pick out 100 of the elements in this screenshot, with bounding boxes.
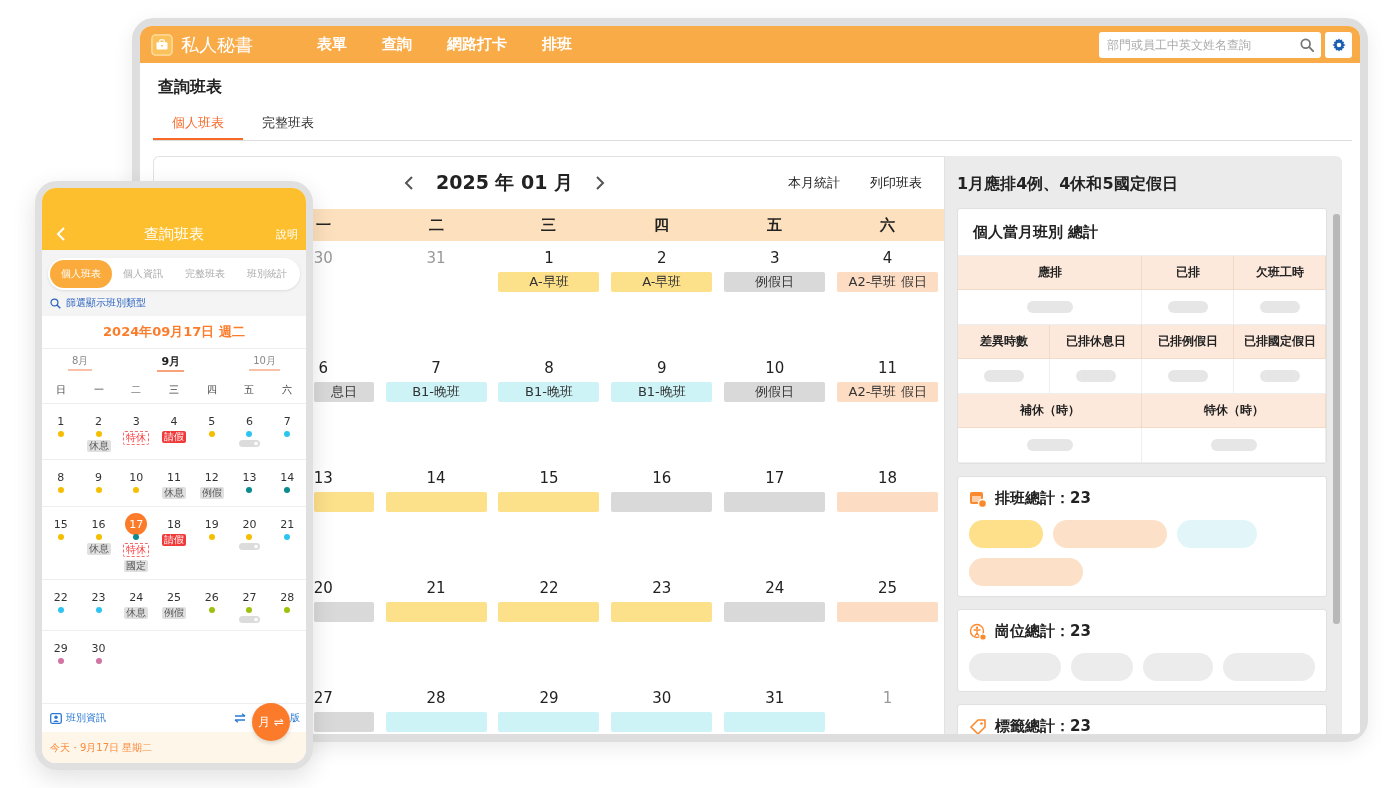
person-icon [969,622,987,641]
date-number[interactable]: 4 [163,410,185,432]
shift-chip[interactable]: 息日 [313,382,374,402]
date-number[interactable]: 20 [238,513,261,535]
shift-chip[interactable]: B1-晚班 [611,382,713,402]
search-icon[interactable] [1300,37,1314,52]
date-number[interactable]: 2 [87,410,110,432]
shift-chip[interactable] [611,492,713,512]
placeholder-bar [1259,370,1300,382]
briefcase-icon [151,33,173,56]
card-title: 崗位總計：23 [995,622,1091,641]
date-number: 31 [426,249,446,267]
date-number[interactable]: 16 [87,513,110,535]
date-number: 1 [544,249,554,267]
shift-chip[interactable]: A-早班 [498,272,600,292]
date-number: 16 [652,469,672,487]
shift-chip[interactable]: A2-早班 假日 [837,382,939,402]
date-number[interactable]: 7 [276,410,299,432]
date-number[interactable]: 3 [125,410,148,432]
shift-chip[interactable]: B1-晚班 [385,382,487,402]
date-number[interactable]: 29 [49,637,72,659]
month-tab[interactable]: 8月 [68,354,93,371]
shift-chip[interactable] [313,712,374,732]
scrollbar-thumb[interactable] [1333,214,1340,624]
weekday-label: 六 [282,382,293,397]
chevron-right-icon[interactable] [595,176,606,190]
date-number: 3 [769,249,780,267]
shift-chip[interactable]: 例假日 [724,272,826,292]
shift-chip[interactable] [313,602,374,622]
date-number[interactable]: 12 [200,466,223,488]
date-number[interactable]: 6 [238,410,261,432]
screen-title: 查詢班表 [144,224,204,244]
shift-chip[interactable] [611,712,713,732]
date-number: 2 [657,249,667,267]
date-number[interactable]: 22 [49,586,72,608]
tab[interactable]: 完整班表 [243,107,333,140]
date-number[interactable]: 8 [49,466,72,488]
shift-info-link[interactable]: 班別資訊 [50,711,106,725]
shift-chip[interactable] [724,602,826,622]
filter-link[interactable]: 篩選顯示班別類型 [48,290,300,316]
settings-button[interactable] [1325,31,1352,58]
shift-chip[interactable] [313,492,374,512]
calendar-action-link[interactable]: 列印班表 [870,174,922,192]
date-number[interactable]: 25 [163,586,185,608]
shift-chip[interactable] [498,712,600,732]
month-tab[interactable]: 9月 [157,353,185,372]
date-number[interactable]: 27 [238,586,261,608]
date-number[interactable]: 15 [49,513,72,535]
date-number[interactable]: 19 [200,513,223,535]
shift-chip[interactable]: B1-晚班 [498,382,600,402]
shift-chip[interactable]: A-早班 [611,272,713,292]
shift-chip[interactable] [724,712,826,732]
table-header-cell: 欠班工時 [1234,256,1326,290]
date-number[interactable]: 28 [276,586,299,608]
date-number[interactable]: 10 [125,466,148,488]
day-tag: 休息 [86,543,111,555]
date-number: 21 [426,579,446,597]
shift-chip[interactable]: 例假日 [724,382,826,402]
table-header-cell: 已排國定假日 [1234,325,1326,359]
day-tag: 例假 [162,607,186,619]
shift-chip[interactable] [837,602,939,622]
view-switch-link[interactable]: 版 [290,711,300,725]
date-number[interactable]: 14 [276,466,299,488]
shift-chip[interactable] [498,492,600,512]
date-number[interactable]: 24 [125,586,148,608]
shift-chip[interactable]: A2-早班 假日 [837,272,939,292]
date-number: 17 [765,469,785,487]
weekday-label: 日 [55,382,66,397]
date-number[interactable]: 13 [238,466,261,488]
shift-chip[interactable] [385,712,487,732]
date-number[interactable]: 9 [87,466,110,488]
date-number[interactable]: 18 [163,513,185,535]
day-tag: 特休 [123,543,150,557]
calendar-action-link[interactable]: 本月統計 [788,174,840,192]
day-tag: 例假 [199,487,224,499]
date-number: 20 [313,579,333,597]
shift-chip[interactable] [611,602,713,622]
back-icon[interactable] [56,227,66,241]
date-number[interactable]: 30 [87,637,110,659]
shift-chip[interactable] [385,492,487,512]
search-field[interactable]: 部門或員工中英文姓名查詢 [1099,31,1321,58]
shift-chip[interactable] [385,602,487,622]
shift-chip[interactable] [724,492,826,512]
date-number[interactable]: 5 [200,410,223,432]
chevron-left-icon[interactable] [404,176,414,190]
weekday-label: 三 [169,382,179,397]
date-number: 28 [426,689,446,707]
toggle-marker-icon [238,616,260,623]
shift-chip[interactable] [837,492,939,512]
date-number[interactable]: 1 [49,410,72,432]
date-number[interactable]: 21 [276,513,299,535]
shift-chip[interactable] [498,602,600,622]
date-number: 14 [426,469,446,487]
month-tab[interactable]: 10月 [249,354,280,371]
date-number[interactable]: 26 [200,586,223,608]
date-number[interactable]: 23 [87,586,110,608]
date-number: 9 [657,359,667,377]
swap-icon[interactable] [234,713,246,723]
date-number[interactable]: 11 [163,466,185,488]
card-title: 排班總計：23 [995,489,1091,508]
